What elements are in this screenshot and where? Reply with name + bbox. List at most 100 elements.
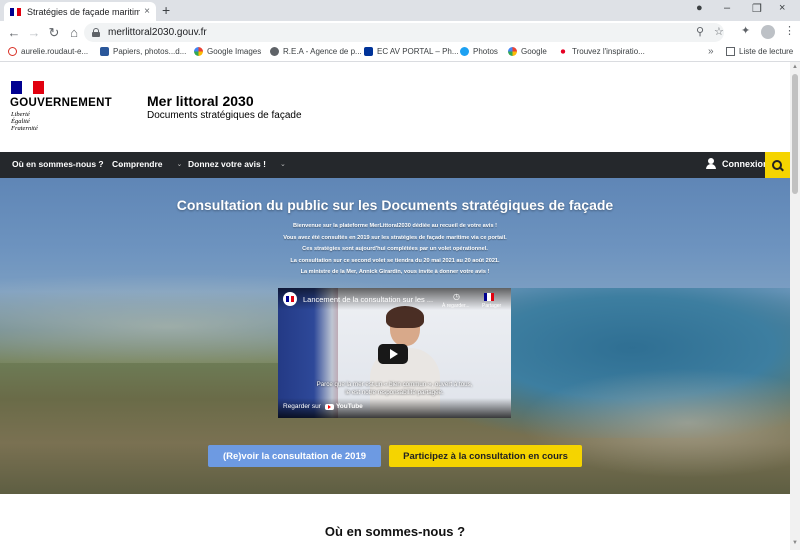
hero-intro-line: La ministre de la Mer, Annick Girardin, …: [300, 269, 490, 276]
new-tab-button[interactable]: +: [162, 2, 170, 18]
bookmark-item[interactable]: Papiers, photos...d...: [100, 47, 186, 56]
bookmark-label: Papiers, photos...d...: [113, 47, 187, 56]
chevron-down-icon: ⌄: [176, 161, 183, 168]
close-window-button[interactable]: ×: [779, 2, 785, 14]
word-icon: [100, 47, 109, 56]
play-button[interactable]: [378, 344, 408, 364]
browser-tab[interactable]: Stratégies de façade maritime | ×: [4, 2, 156, 21]
reading-list-label: Liste de lecture: [739, 47, 794, 56]
browser-menu-icon[interactable]: ⋮: [784, 24, 795, 37]
login-button[interactable]: Connexion: [706, 158, 769, 169]
motto-line: Fraternité: [11, 125, 38, 132]
chevron-down-icon: ⌄: [279, 161, 286, 168]
search-icon: [772, 159, 783, 171]
scrollbar-thumb[interactable]: [792, 74, 798, 194]
browser-toolbar: ← → ↻ ⌂ merlittoral2030.gouv.fr ⚲ ☆: [0, 21, 800, 44]
globe-icon: [270, 47, 279, 56]
youtube-label: YouTube: [335, 403, 363, 410]
bookmark-item[interactable]: Photos: [460, 47, 498, 56]
site-header: GOUVERNEMENT Liberté Égalité Fraternité …: [0, 62, 790, 152]
nav-item-ou-en-sommes-nous[interactable]: Où en sommes-nous ? ⌄: [12, 159, 124, 169]
dots-icon: [558, 47, 568, 56]
motto-line: Égalité: [11, 118, 30, 125]
nav-item-label: Où en sommes-nous ?: [12, 159, 104, 169]
extensions-icon[interactable]: ✦: [741, 24, 750, 37]
reload-button[interactable]: ↻: [44, 23, 64, 43]
bookmark-star-icon[interactable]: ☆: [714, 25, 724, 38]
minimize-button[interactable]: –: [724, 2, 730, 14]
bookmark-item[interactable]: EC AV PORTAL – Ph...: [364, 47, 459, 56]
caption-line: Parce que la mer est un « bien commun »,…: [316, 381, 473, 388]
google-icon: [508, 47, 517, 56]
bookmarks-bar: aurelie.roudaut-e... Papiers, photos...d…: [0, 44, 800, 62]
hero-intro-line: Vous avez été consultés en 2019 sur les …: [283, 234, 507, 241]
favicon-flag-icon: [10, 7, 22, 16]
scroll-down-icon[interactable]: ▼: [792, 540, 798, 546]
hero-intro: Bienvenue sur la plateforme MerLittoral2…: [0, 221, 790, 279]
share-label[interactable]: Partager: [482, 303, 501, 309]
section-title: Où en sommes-nous ?: [324, 524, 466, 539]
reading-list-button[interactable]: Liste de lecture: [726, 47, 793, 56]
nav-item-label: Comprendre: [112, 159, 163, 169]
view-2019-consultation-button[interactable]: (Re)voir la consultation de 2019: [208, 445, 381, 467]
search-button[interactable]: [765, 152, 790, 178]
twitter-icon: [460, 47, 469, 56]
marianne-flag-logo[interactable]: [11, 81, 44, 94]
user-icon: [706, 158, 716, 169]
nav-item-comprendre[interactable]: Comprendre ⌄: [112, 159, 182, 169]
profile-collapse-icon[interactable]: ●: [696, 2, 703, 14]
zoom-icon[interactable]: ⚲: [696, 25, 704, 38]
scroll-up-icon[interactable]: ▲: [792, 64, 798, 70]
bookmark-item[interactable]: R.E.A - Agence de p...: [270, 47, 362, 56]
gov-name[interactable]: GOUVERNEMENT: [10, 97, 112, 109]
youtube-icon: [324, 403, 334, 410]
motto-line: Liberté: [11, 111, 30, 118]
bookmark-label: Trouvez l'inspiratio...: [572, 47, 645, 56]
lock-icon: [92, 28, 100, 37]
bookmark-item[interactable]: aurelie.roudaut-e...: [8, 47, 88, 56]
maximize-button[interactable]: ❐: [752, 2, 762, 15]
join-current-consultation-button[interactable]: Participez à la consultation en cours: [389, 445, 582, 467]
tab-close-icon[interactable]: ×: [144, 6, 150, 17]
bookmark-label: R.E.A - Agence de p...: [283, 47, 362, 56]
hero-intro-line: La consultation sur ce second volet se t…: [290, 257, 500, 264]
back-button[interactable]: ←: [4, 23, 24, 43]
video-player[interactable]: Lancement de la consultation sur les ...…: [278, 288, 511, 418]
hero-banner: Consultation du public sur les Documents…: [0, 178, 790, 494]
google-icon: [194, 47, 203, 56]
eu-flag-icon: [364, 47, 373, 56]
page-scrollbar[interactable]: ▲ ▼: [790, 62, 800, 550]
nav-item-label: Donnez votre avis !: [188, 159, 266, 169]
forward-button[interactable]: →: [24, 23, 44, 43]
watch-later-label[interactable]: À regarder...: [442, 303, 470, 309]
channel-logo-icon[interactable]: [283, 292, 297, 306]
reading-list-icon: [726, 47, 735, 56]
login-label: Connexion: [722, 158, 769, 169]
watch-later-icon[interactable]: ◷: [453, 292, 460, 301]
hero-title: Consultation du public sur les Documents…: [176, 197, 614, 213]
bookmark-label: Google Images: [207, 47, 262, 56]
bookmark-item[interactable]: Google: [508, 47, 547, 56]
watch-on-youtube-link[interactable]: Regarder sur YouTube: [283, 403, 363, 410]
site-title[interactable]: Mer littoral 2030: [147, 93, 254, 109]
watch-on-label: Regarder sur: [283, 403, 321, 410]
address-bar[interactable]: merlittoral2030.gouv.fr ⚲ ☆: [84, 23, 724, 42]
bookmark-label: aurelie.roudaut-e...: [21, 47, 89, 56]
bookmark-item[interactable]: Trouvez l'inspiratio...: [558, 47, 645, 56]
tab-title: Stratégies de façade maritime |: [27, 6, 141, 17]
gov-motto: Liberté Égalité Fraternité: [11, 111, 38, 132]
nav-item-donnez-votre-avis[interactable]: Donnez votre avis ! ⌄: [188, 159, 286, 169]
profile-avatar-icon[interactable]: [761, 25, 775, 39]
bookmark-label: Photos: [473, 47, 498, 56]
bookmarks-overflow-icon[interactable]: »: [708, 46, 714, 57]
browser-tab-bar: Stratégies de façade maritime | × + ● – …: [0, 0, 800, 21]
bookmark-label: EC AV PORTAL – Ph...: [377, 47, 459, 56]
share-icon[interactable]: [484, 293, 494, 301]
hero-intro-line: Ces stratégies sont aujourd'hui complété…: [302, 246, 488, 253]
bookmark-label: Google: [521, 47, 547, 56]
bookmark-item[interactable]: Google Images: [194, 47, 261, 56]
video-caption: Parce que la mer est un « bien commun »,…: [278, 381, 511, 397]
opera-icon: [8, 47, 17, 56]
home-button[interactable]: ⌂: [64, 23, 84, 43]
video-title[interactable]: Lancement de la consultation sur les ...: [303, 295, 433, 304]
